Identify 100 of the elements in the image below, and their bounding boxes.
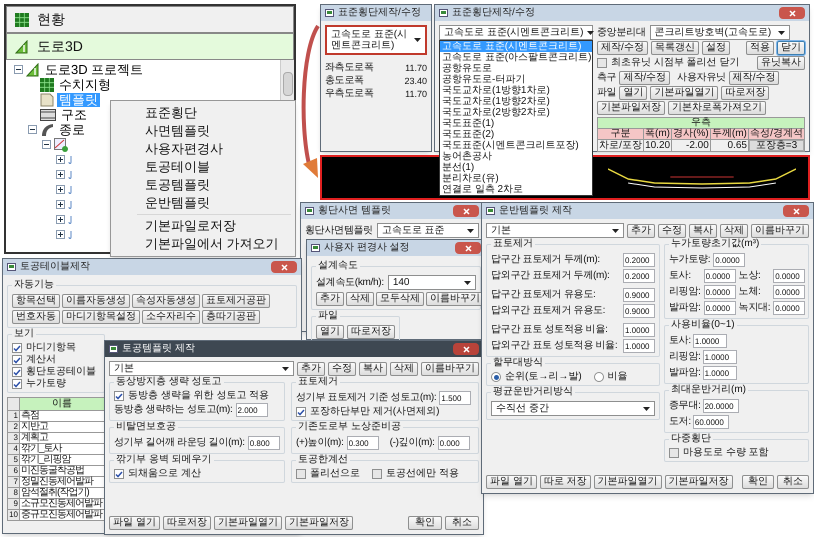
input-field[interactable]: 1.0000 — [623, 323, 655, 337]
tree-item[interactable]: 수치지형 — [57, 78, 113, 92]
dropdown-option[interactable]: 국도교차로(1방향2차로) — [440, 96, 592, 107]
menu-item[interactable]: 표준횡단 — [137, 104, 291, 122]
push-button[interactable]: 유닛복사 — [757, 56, 805, 70]
input-field[interactable]: 0.300 — [346, 436, 379, 450]
input-field[interactable]: 1.0000 — [702, 350, 737, 364]
push-button[interactable]: 따로저장 — [347, 325, 395, 339]
checkbox[interactable] — [296, 407, 306, 417]
push-button[interactable]: 적용 — [746, 41, 774, 55]
push-button[interactable]: 층따기공판 — [202, 310, 260, 324]
push-button[interactable]: 목록갱신 — [650, 41, 699, 55]
input-field[interactable]: 0.2000 — [623, 253, 655, 267]
menu-item[interactable]: 토공템플릿 — [137, 176, 291, 194]
input-field[interactable]: 0.9000 — [623, 288, 655, 302]
input-field[interactable]: 0.000 — [438, 436, 470, 450]
close-button[interactable] — [783, 205, 809, 217]
dropdown[interactable]: 고속도로 표준 — [376, 223, 479, 238]
push-button[interactable]: 삭제 — [720, 224, 748, 238]
input-field[interactable]: 0.0000 — [773, 285, 806, 299]
expand-icon[interactable] — [56, 155, 65, 164]
push-button[interactable]: 확인 — [742, 475, 774, 489]
dropdown-option[interactable]: 농어촌공사 — [440, 151, 592, 162]
input-field[interactable]: 0.0000 — [773, 269, 806, 283]
push-button[interactable]: 삭제 — [346, 292, 374, 306]
checkbox[interactable] — [372, 469, 382, 479]
push-button[interactable]: 제작/수정 — [728, 71, 780, 85]
push-button[interactable]: 취소 — [777, 475, 809, 489]
dropdown-option[interactable]: 분리차로(유) — [440, 173, 592, 184]
push-button[interactable]: 기본파일저장 — [597, 101, 665, 115]
push-button[interactable]: 닫기 — [777, 41, 805, 55]
dropdown-option[interactable]: 공항유도로 — [440, 63, 592, 74]
checkbox[interactable] — [114, 469, 124, 479]
tree-item[interactable]: 도로3D 프로젝트 — [43, 62, 146, 76]
push-button[interactable]: 기본파일저장 — [284, 516, 353, 530]
push-button[interactable]: 마디기항목설정 — [62, 310, 140, 324]
input-field[interactable]: 20.0000 — [702, 399, 739, 413]
checkbox[interactable] — [12, 379, 22, 389]
close-button[interactable] — [453, 205, 479, 217]
push-button[interactable]: 복사 — [359, 362, 387, 376]
dropdown-option[interactable]: 연결로 일측 2차로 — [440, 184, 592, 195]
push-button[interactable]: 제작/수정 — [619, 71, 670, 85]
push-button[interactable]: 추가 — [297, 362, 325, 376]
dropdown-option[interactable]: 국도교차로(2방향2차로) — [440, 107, 592, 118]
input-field[interactable]: 1.0000 — [623, 339, 655, 353]
push-button[interactable]: 열기 — [619, 86, 648, 100]
push-button[interactable]: 수정 — [658, 224, 686, 238]
push-button[interactable]: 따로 저장 — [540, 475, 591, 489]
input-field[interactable]: 0.800 — [248, 436, 280, 450]
checkbox[interactable] — [12, 343, 22, 353]
panel-tab[interactable]: 도로3D — [6, 33, 294, 60]
close-button[interactable] — [455, 242, 481, 254]
collapse-icon[interactable] — [42, 140, 51, 149]
input-field[interactable]: 1.0000 — [692, 334, 727, 348]
push-button[interactable]: 확인 — [408, 516, 442, 530]
template-dropdown[interactable]: 기본 — [109, 361, 294, 376]
push-button[interactable]: 기본파일저장 — [664, 475, 733, 489]
collapse-icon[interactable] — [14, 65, 23, 74]
push-button[interactable]: 항목선택 — [12, 294, 60, 308]
expand-icon[interactable] — [56, 185, 65, 194]
tree-item[interactable]: 종로 — [57, 122, 87, 136]
dropdown-option[interactable]: 국도표준(2) — [440, 129, 592, 140]
input-field[interactable]: 0.0000 — [773, 301, 806, 315]
speed-dropdown[interactable]: 140 — [388, 275, 476, 290]
push-button[interactable]: 기본파일열기 — [594, 475, 662, 489]
push-button[interactable]: 번호자동 — [12, 310, 60, 324]
radio-button[interactable] — [594, 372, 604, 382]
checkbox[interactable] — [597, 58, 607, 68]
input-field[interactable]: 0.9000 — [623, 304, 655, 318]
dropdown-option[interactable]: 국도표준(1) — [440, 118, 592, 129]
checkbox[interactable] — [12, 367, 22, 377]
input-field[interactable]: 0.0000 — [713, 253, 746, 267]
median-dropdown[interactable]: 콘크리트방호벽(고속도로) — [650, 25, 790, 40]
push-button[interactable]: 추가 — [316, 292, 344, 306]
expand-icon[interactable] — [56, 215, 65, 224]
input-field[interactable]: 1.500 — [439, 391, 472, 405]
expand-icon[interactable] — [56, 170, 65, 179]
panel-tab[interactable]: 현황 — [6, 6, 294, 33]
menu-item[interactable]: 사용자편경사 — [137, 140, 291, 158]
push-button[interactable]: 열기 — [316, 325, 344, 339]
cell-button[interactable]: 포장층=3 — [748, 140, 804, 151]
scroll-thumb[interactable] — [282, 72, 292, 96]
push-button[interactable]: 추가 — [627, 224, 655, 238]
push-button[interactable]: 복사 — [689, 224, 717, 238]
push-button[interactable]: 삭제 — [390, 362, 418, 376]
dropdown-option[interactable]: 분선(1) — [440, 162, 592, 173]
push-button[interactable]: 모두삭제 — [376, 292, 424, 306]
push-button[interactable]: 따로저장 — [721, 86, 770, 100]
template-dropdown[interactable]: 고속도로 표준(시멘트콘크리트) — [325, 25, 427, 55]
push-button[interactable]: 이름바꾸기 — [426, 292, 484, 306]
push-button[interactable]: 이름바꾸기 — [421, 362, 479, 376]
checkbox[interactable] — [296, 469, 306, 479]
close-button[interactable] — [453, 343, 479, 355]
menu-item[interactable]: 운반템플릿 — [137, 194, 291, 212]
menu-item[interactable]: 기본파일로저장 — [137, 217, 291, 235]
input-field[interactable]: 0.0000 — [704, 285, 736, 299]
close-button[interactable] — [779, 7, 805, 19]
dropdown-option[interactable]: 고속도로 표준(아스팔트콘크리트) — [440, 52, 592, 63]
checkbox[interactable] — [669, 448, 679, 458]
checkbox[interactable] — [12, 355, 22, 365]
